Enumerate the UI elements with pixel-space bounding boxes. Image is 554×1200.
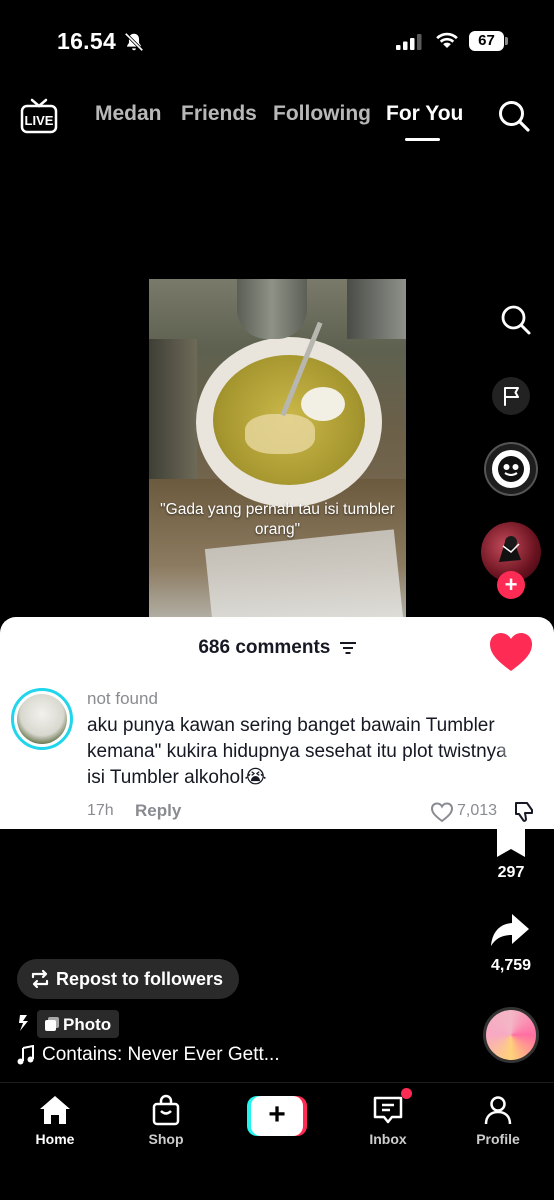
repost-button[interactable]: Repost to followers [17,959,239,999]
comment-like-icon[interactable] [430,801,454,823]
search-icon[interactable] [497,99,531,133]
nav-shop[interactable]: Shop [121,1093,211,1147]
video-caption: "Gada yang pernah tau isi tumbler orang" [160,501,395,538]
follow-plus-button[interactable]: + [497,571,525,599]
repost-icon [31,969,49,989]
comments-count: 686 comments [198,637,331,658]
nav-shop-label: Shop [148,1131,184,1147]
comment-text: aku punya kawan sering banget bawain Tum… [87,715,507,788]
inbox-icon [373,1096,403,1124]
battery-icon: 67 [469,31,509,51]
music-note-icon [17,1045,34,1065]
comment-username[interactable]: not found [87,689,158,709]
share-count: 4,759 [490,957,532,974]
top-nav: LIVE Medan Friends Following For You [0,92,554,142]
search-icon[interactable] [499,303,533,337]
wifi-icon [436,32,458,48]
signal-icon [396,34,422,50]
inbox-notification-dot [401,1088,412,1099]
live-tv-icon[interactable]: LIVE [20,98,58,134]
comments-header: 686 comments [0,637,554,659]
battery-level: 67 [469,31,504,51]
commenter-avatar[interactable] [11,688,73,750]
comment-panel: 686 comments not found aku punya kawan s… [0,617,554,829]
like-count: 16.7K [489,678,533,695]
photo-label: Photo [63,1015,112,1034]
status-bar: 16.54 67 [0,0,554,80]
tab-friends[interactable]: Friends [181,102,257,126]
bolt-icon [19,1015,28,1031]
nav-profile-label: Profile [476,1131,520,1147]
nav-inbox-label: Inbox [369,1131,407,1147]
comment-time: 17h [87,802,114,819]
reply-button[interactable]: Reply [135,801,181,821]
comment-bubble-icon[interactable] [493,726,531,764]
dislike-icon[interactable] [512,800,536,824]
face-icon [498,456,524,482]
sound-disc[interactable] [483,1007,539,1063]
shop-bag-icon [152,1094,180,1126]
comment-like-count: 7,013 [457,802,498,819]
nav-profile[interactable]: Profile [453,1093,543,1147]
video-frame[interactable]: "Gada yang pernah tau isi tumbler orang" [149,279,406,624]
bookmark-icon[interactable] [495,827,527,857]
home-icon [40,1096,70,1124]
bell-slash-icon [124,32,144,52]
create-plus-icon: + [251,1096,303,1136]
filter-icon[interactable] [339,641,356,655]
bookmark-count: 297 [497,864,525,881]
tab-following[interactable]: Following [273,102,371,126]
photo-badge[interactable]: Photo [37,1010,119,1038]
comment-count: 297 [497,771,525,788]
report-flag-button[interactable] [492,377,530,415]
active-tab-indicator [405,138,440,141]
repost-label: Repost to followers [56,969,224,989]
share-arrow-icon[interactable] [490,911,530,949]
like-heart-icon[interactable] [488,631,534,673]
photo-icon [45,1017,59,1031]
sound-name[interactable]: Contains: Never Ever Gett... [42,1044,280,1066]
flag-icon [504,387,519,406]
bottom-nav: Home Shop + Inbox Profile [0,1082,554,1200]
tab-for-you[interactable]: For You [386,102,463,126]
create-button[interactable]: + [247,1096,307,1136]
nav-home[interactable]: Home [10,1093,100,1147]
profile-icon [484,1096,512,1125]
tab-medan[interactable]: Medan [95,102,162,126]
svg-text:LIVE: LIVE [25,113,54,128]
status-time: 16.54 [57,28,117,54]
emoji-reaction-button[interactable] [486,444,536,494]
nav-inbox[interactable]: Inbox [343,1093,433,1147]
nav-home-label: Home [35,1131,75,1147]
